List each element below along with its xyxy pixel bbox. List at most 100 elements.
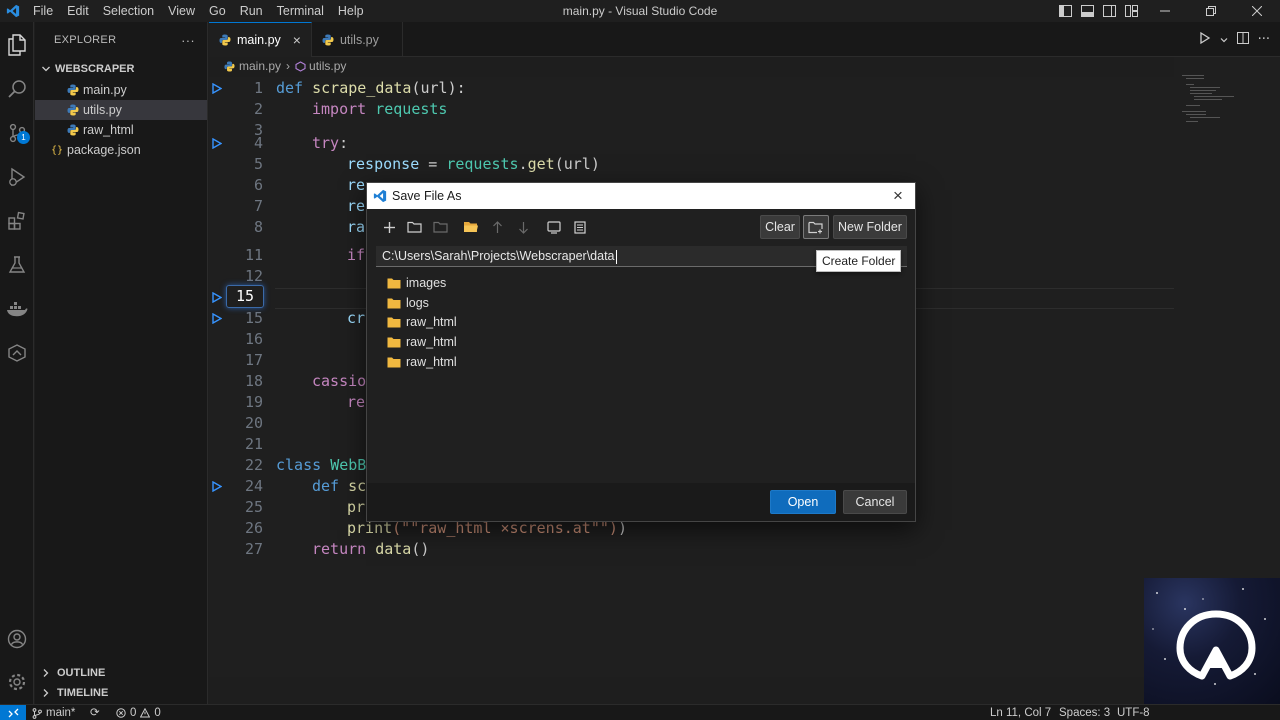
error-icon [116,708,126,718]
manage-gear-icon[interactable] [0,665,34,699]
python-file-icon [65,104,81,116]
accounts-icon[interactable] [0,622,34,656]
explorer-icon[interactable] [0,28,34,62]
breadcrumb: main.py › utils.py [209,57,346,75]
tab-main-py[interactable]: main.py × [209,22,312,57]
tab-close-icon[interactable]: × [293,32,301,48]
code-token: re [347,393,366,411]
file-name: main.py [83,83,127,97]
breadcrumb-symbol[interactable]: utils.py [309,59,346,73]
code-token: ra [347,218,366,236]
git-branch-status[interactable]: main* [32,705,75,720]
toggle-secondary-sidebar-icon[interactable] [1098,0,1120,22]
testing-icon[interactable] [0,248,34,282]
code-token: (url) [554,155,600,173]
search-icon[interactable] [0,72,34,106]
file-item-main-py[interactable]: main.py [35,80,207,100]
sync-icon: ⟳ [90,707,100,719]
code-token: class [276,456,322,474]
code-line: 1 def scrape_data(url): [209,78,1174,99]
source-control-icon[interactable]: 1 [0,116,34,150]
folder-entry-images[interactable]: images [387,273,446,293]
docker-icon[interactable] [0,292,34,326]
code-line: 2 import requests [209,99,1174,120]
new-folder-outline-icon[interactable] [405,218,423,236]
line-number: 16 [244,330,263,348]
code-line: 27 return data() [209,539,1174,560]
menu-run[interactable]: Run [233,0,270,22]
restore-icon[interactable] [1188,0,1234,22]
toggle-primary-sidebar-icon[interactable] [1054,0,1076,22]
breakpoint-arrow-icon [212,313,222,324]
code-token: requests [446,155,519,173]
code-token: pr [347,498,366,516]
file-item-utils-py[interactable]: utils.py [35,100,207,120]
code-token: = [419,155,447,173]
folder-webscraper[interactable]: WEBSCRAPER [35,58,207,80]
menu-file[interactable]: File [26,0,60,22]
current-line-number: 15 [226,285,264,308]
run-python-file-icon[interactable] [1198,31,1212,48]
create-folder-button[interactable] [803,215,829,239]
menu-terminal[interactable]: Terminal [270,0,331,22]
remote-explorer-icon[interactable] [0,336,34,370]
tab-label: main.py [237,33,281,47]
folder-icon [387,337,401,348]
folder-entry-raw-html[interactable]: raw_html [387,312,457,332]
problems-status[interactable]: 0 0 [116,705,161,720]
remote-indicator[interactable] [0,705,26,720]
breadcrumb-file[interactable]: main.py [239,59,281,73]
menu-selection[interactable]: Selection [96,0,161,22]
python-file-icon [322,34,334,46]
code-token: scrape_data [312,79,412,97]
close-window-icon[interactable] [1234,0,1280,22]
create-folder-tooltip: Create Folder [816,250,902,272]
run-dropdown-chevron-icon[interactable] [1220,33,1228,47]
git-branch-icon [32,707,42,719]
tab-utils-py[interactable]: utils.py [312,22,403,57]
timeline-section[interactable]: TIMELINE [35,683,208,703]
tab-label: utils.py [339,32,379,47]
screen-icon[interactable] [545,218,563,236]
dialog-close-button[interactable]: × [889,186,907,206]
activity-bar: 1 [0,22,34,704]
menu-go[interactable]: Go [202,0,233,22]
menu-bar: File Edit Selection View Go Run Terminal… [26,0,371,22]
menu-view[interactable]: View [161,0,202,22]
folder-entry-logs[interactable]: logs [387,293,429,313]
folder-entry-raw-html[interactable]: raw_html [387,332,457,352]
menu-edit[interactable]: Edit [60,0,96,22]
folder-icon [387,357,401,368]
folder-entry-label: raw_html [406,315,457,329]
cursor-position[interactable]: Ln 11, Col 7 [990,705,1051,720]
dialog-title-bar: Save File As × [367,183,915,209]
outline-label: OUTLINE [57,667,106,679]
folder-entry-raw-html[interactable]: raw_html [387,352,457,372]
folder-open-icon[interactable] [462,218,480,236]
line-number: 4 [253,134,263,152]
explorer-more-button[interactable]: ··· [181,33,195,48]
outline-section[interactable]: OUTLINE [35,663,208,683]
breakpoint-arrow-icon [212,138,222,149]
more-actions-icon[interactable]: ··· [1258,32,1270,47]
line-number: 20 [244,414,263,432]
customize-layout-icon[interactable] [1120,0,1142,22]
text-caret [615,249,617,264]
clear-button[interactable]: Clear [760,215,800,239]
open-button[interactable]: Open [770,490,836,514]
new-folder-button[interactable]: New Folder [833,215,907,239]
new-file-icon[interactable] [380,218,398,236]
split-editor-icon[interactable] [1236,31,1250,48]
cancel-button[interactable]: Cancel [843,490,907,514]
indentation-status[interactable]: Spaces: 3 [1059,705,1110,720]
menu-help[interactable]: Help [331,0,371,22]
minimize-icon[interactable] [1142,0,1188,22]
sync-status[interactable]: ⟳ [90,705,100,720]
details-view-icon[interactable] [571,218,589,236]
toggle-panel-icon[interactable] [1076,0,1098,22]
file-item-package-json[interactable]: {} package.json [35,140,207,160]
extensions-icon[interactable] [0,204,34,238]
file-item-raw-html[interactable]: raw_html [35,120,207,140]
encoding-status[interactable]: UTF-8 [1117,705,1150,720]
run-debug-icon[interactable] [0,160,34,194]
